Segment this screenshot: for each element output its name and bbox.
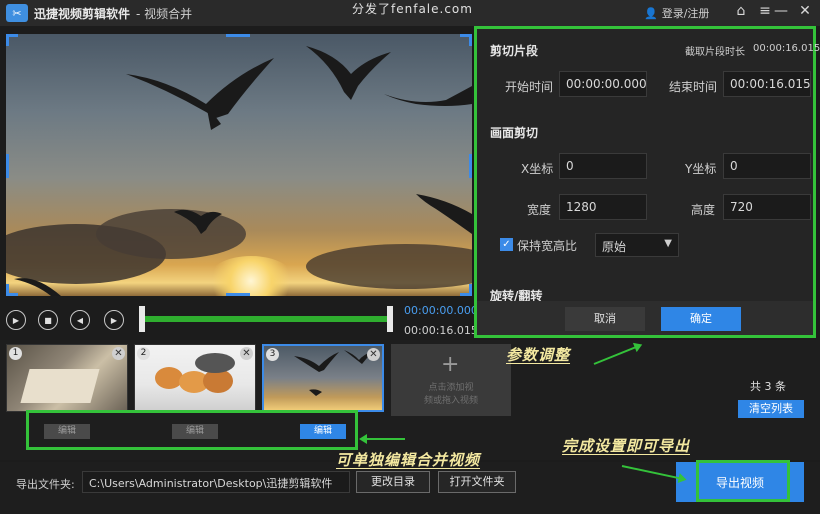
current-time: 00:00:00.000 bbox=[404, 304, 478, 317]
y-coord-field[interactable]: 0 bbox=[723, 153, 811, 179]
add-hint-line-2: 频或拖入视频 bbox=[423, 396, 478, 406]
trim-end-handle[interactable] bbox=[387, 306, 393, 332]
cancel-button[interactable]: 取消 bbox=[565, 307, 645, 331]
ratio-select[interactable]: 原始 ▼ bbox=[595, 233, 679, 257]
start-time-label: 开始时间 bbox=[505, 80, 554, 94]
height-label: 高度 bbox=[691, 203, 716, 217]
clear-list-button[interactable]: 清空列表 bbox=[738, 400, 804, 418]
params-annotation: 参数调整 bbox=[506, 346, 571, 364]
cut-section-title: 剪切片段 bbox=[490, 44, 539, 58]
crop-handle-bottom[interactable] bbox=[226, 293, 250, 296]
plus-icon: + bbox=[441, 352, 460, 377]
remove-clip-icon[interactable]: ✕ bbox=[367, 348, 380, 361]
remove-clip-icon[interactable]: ✕ bbox=[112, 347, 125, 360]
window-subtitle: - 视频合并 bbox=[136, 6, 193, 21]
edit-buttons-highlight bbox=[26, 410, 358, 450]
add-video-hint: 点击添加视 频或拖入视频 bbox=[391, 382, 511, 408]
end-time-field[interactable]: 00:00:16.015 bbox=[723, 71, 811, 97]
crop-handle-bottom-left[interactable] bbox=[6, 284, 18, 296]
height-field[interactable]: 720 bbox=[723, 194, 811, 220]
video-frame bbox=[6, 34, 472, 296]
crop-section-title: 画面剪切 bbox=[490, 126, 539, 140]
remove-clip-icon[interactable]: ✕ bbox=[240, 347, 253, 360]
clip-thumbnail-3[interactable]: 3 ✕ bbox=[262, 344, 384, 412]
change-directory-button[interactable]: 更改目录 bbox=[356, 471, 430, 493]
x-coord-label: X坐标 bbox=[521, 162, 554, 176]
output-path-field[interactable]: C:\Users\Administrator\Desktop\迅捷剪辑软件 bbox=[82, 471, 350, 493]
app-title: 迅捷视频剪辑软件 bbox=[34, 6, 131, 21]
trim-start-handle[interactable] bbox=[139, 306, 145, 332]
chevron-down-icon: ▼ bbox=[664, 238, 672, 249]
crop-handle-right[interactable] bbox=[469, 154, 472, 178]
export-annotation: 完成设置即可导出 bbox=[562, 437, 691, 455]
panel-footer: 取消 确定 bbox=[477, 301, 813, 335]
prev-frame-button[interactable]: ◀ bbox=[70, 310, 90, 330]
total-time: 00:00:16.015 bbox=[404, 324, 478, 337]
home-icon[interactable]: ⌂ bbox=[732, 3, 750, 19]
stop-button[interactable]: ■ bbox=[38, 310, 58, 330]
next-frame-button[interactable]: ▶ bbox=[104, 310, 124, 330]
width-field[interactable]: 1280 bbox=[559, 194, 647, 220]
birds-graphic bbox=[14, 46, 472, 296]
play-button[interactable]: ▶ bbox=[6, 310, 26, 330]
crop-handle-top[interactable] bbox=[226, 34, 250, 37]
x-coord-field[interactable]: 0 bbox=[559, 153, 647, 179]
trim-timeline[interactable] bbox=[142, 316, 390, 322]
ratio-select-value: 原始 bbox=[602, 240, 627, 254]
width-label: 宽度 bbox=[527, 203, 552, 217]
keep-ratio-label: 保持宽高比 bbox=[517, 239, 578, 253]
clip-duration-value: 00:00:16.015 bbox=[753, 43, 820, 54]
open-folder-button[interactable]: 打开文件夹 bbox=[438, 471, 516, 493]
output-folder-label: 导出文件夹: bbox=[16, 478, 75, 491]
clip-number: 2 bbox=[137, 347, 150, 360]
kitten-shape bbox=[195, 353, 235, 373]
user-icon: 👤 bbox=[644, 6, 658, 20]
y-coord-label: Y坐标 bbox=[685, 162, 717, 176]
clip-duration-label: 截取片段时长 bbox=[685, 47, 745, 58]
crop-handle-top-left[interactable] bbox=[6, 34, 18, 46]
edit-arrow bbox=[361, 438, 405, 440]
export-button-highlight bbox=[696, 460, 790, 502]
player-controls: ▶ ■ ◀ ▶ 00:00:00.000 00:00:16.015 bbox=[0, 300, 478, 342]
login-link[interactable]: 👤 登录/注册 bbox=[644, 5, 709, 21]
birds-mini-graphic bbox=[294, 350, 372, 396]
login-label: 登录/注册 bbox=[661, 7, 710, 20]
clip-count: 共 3 条 bbox=[750, 380, 786, 393]
add-video-tile[interactable]: + 点击添加视 频或拖入视频 bbox=[391, 344, 511, 416]
edit-annotation: 可单独编辑合并视频 bbox=[336, 451, 481, 469]
end-time-label: 结束时间 bbox=[669, 80, 718, 94]
settings-panel: 剪切片段 截取片段时长 00:00:16.015 开始时间 00:00:00.0… bbox=[474, 26, 820, 338]
confirm-button[interactable]: 确定 bbox=[661, 307, 741, 331]
clip-number: 3 bbox=[266, 348, 279, 361]
add-hint-line-1: 点击添加视 bbox=[428, 383, 474, 393]
crop-handle-left[interactable] bbox=[6, 154, 9, 178]
clip-number: 1 bbox=[9, 347, 22, 360]
clip-thumbnail-2[interactable]: 2 ✕ bbox=[134, 344, 256, 412]
keep-ratio-checkbox[interactable]: ✓ bbox=[500, 238, 513, 251]
open-book-shape bbox=[20, 369, 100, 403]
crop-handle-top-right[interactable] bbox=[460, 34, 472, 46]
crop-handle-bottom-right[interactable] bbox=[460, 284, 472, 296]
close-icon[interactable]: ✕ bbox=[796, 3, 814, 19]
scissors-logo-icon: ✂ bbox=[6, 4, 28, 22]
minimize-icon[interactable]: — bbox=[772, 3, 790, 19]
video-preview[interactable] bbox=[6, 34, 472, 296]
title-bar: ✂ 迅捷视频剪辑软件 - 视频合并 分发了fenfale.com 👤 登录/注册… bbox=[0, 0, 820, 26]
start-time-field[interactable]: 00:00:00.000 bbox=[559, 71, 647, 97]
clip-thumbnail-1[interactable]: 1 ✕ bbox=[6, 344, 128, 412]
watermark-text: 分发了fenfale.com bbox=[352, 2, 473, 16]
